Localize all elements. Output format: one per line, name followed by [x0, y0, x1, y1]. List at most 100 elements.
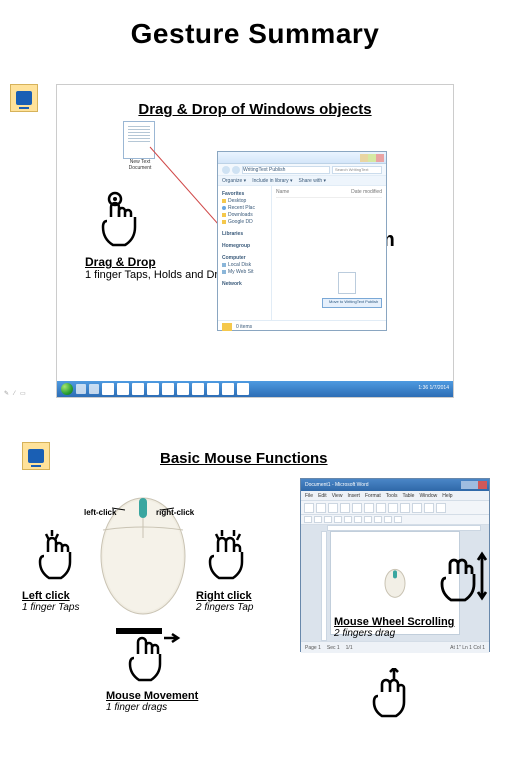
presentation-icon: [10, 84, 38, 112]
text-file-icon: New Text Document: [123, 121, 155, 159]
taskbar-clock: 1:36 1/7/2014: [418, 386, 449, 392]
drag-drop-label: Drag & Drop 1 finger Taps, Holds and Dra…: [85, 255, 236, 281]
search-box: Search WritingText Publish: [332, 166, 382, 174]
scroll-label: Mouse Wheel Scrolling 2 fingers drag: [334, 616, 454, 639]
gesture-title: Mouse Movement: [106, 690, 198, 702]
sidebar-item: Desktop: [222, 198, 267, 204]
single-tap-gesture-icon: [32, 528, 76, 584]
sidebar-group: Computer: [222, 255, 267, 261]
folder-icon: [222, 323, 232, 331]
explorer-footer: 0 items: [218, 320, 386, 332]
toolbar-button-icon: [364, 503, 374, 513]
right-click-label: Right click 2 fingers Tap: [196, 590, 253, 613]
toolbar-button-icon: [436, 503, 446, 513]
sidebar-item: Local Disk: [222, 262, 267, 268]
menu-item: Insert: [347, 493, 360, 499]
gesture-description: 1 finger Taps: [22, 602, 79, 613]
status-bar: Page 1 Sec 1 1/1 At 1" Ln 1 Col 1: [301, 641, 489, 653]
toolbar-button-icon: [328, 503, 338, 513]
taskbar-app-icon: [177, 383, 189, 395]
toolbar-button-icon: [304, 516, 312, 523]
section-heading: Basic Mouse Functions: [160, 450, 328, 467]
window-titlebar: [218, 152, 386, 164]
mouse-movement-label: Mouse Movement 1 finger drags: [106, 690, 198, 713]
taskbar-app-icon: [222, 383, 234, 395]
toolbar-button-icon: [354, 516, 362, 523]
status-item: 1/1: [346, 645, 353, 651]
two-finger-scroll-gesture-icon: [370, 668, 416, 722]
mouse-icon: [383, 565, 407, 599]
drop-target-label: Move to WritingText Publish: [322, 298, 382, 308]
toolbar-button-icon: [334, 516, 342, 523]
menu-item: View: [332, 493, 343, 499]
toolbar-button-icon: [384, 516, 392, 523]
toolbar-button-icon: [400, 503, 410, 513]
toolbar-button-icon: [388, 503, 398, 513]
toolbar-button-icon: [376, 503, 386, 513]
explorer-navbar: WritingText Publish Search WritingText P…: [218, 164, 386, 176]
taskbar-app-icon: [237, 383, 249, 395]
two-finger-tap-gesture-icon: [204, 528, 252, 584]
explorer-window: WritingText Publish Search WritingText P…: [217, 151, 387, 331]
file-label: New Text Document: [118, 160, 162, 171]
taskbar-app-icon: [207, 383, 219, 395]
taskbar-app-icon: [132, 383, 144, 395]
sidebar-group: Homegroup: [222, 243, 267, 249]
menu-item: Edit: [318, 493, 327, 499]
toolbar-button-icon: [324, 516, 332, 523]
toolbar-button-icon: [344, 516, 352, 523]
menu-item: Format: [365, 493, 381, 499]
sidebar-item: Recent Plac: [222, 205, 267, 211]
menu-item: Help: [442, 493, 452, 499]
status-item: Page 1: [305, 645, 321, 651]
explorer-main: Name Date modified Move to WritingText P…: [272, 186, 386, 320]
menu-item: Window: [419, 493, 437, 499]
menu-item: Table: [402, 493, 414, 499]
back-button-icon: [222, 166, 230, 174]
sidebar-item: Google DD: [222, 219, 267, 225]
sidebar-group: Libraries: [222, 231, 267, 237]
drag-drop-panel: Drag & Drop of Windows objects New Text …: [56, 84, 454, 398]
taskbar-app-icon: [102, 383, 114, 395]
gesture-description: 2 fingers drag: [334, 628, 454, 639]
mouse-illustration: [90, 480, 196, 620]
left-click-annotation: left-click: [84, 508, 116, 517]
gesture-title: Left click: [22, 590, 79, 602]
toolbar-button-icon: [424, 503, 434, 513]
taskbar-app-icon: [76, 384, 86, 394]
taskbar-app-icon: [89, 384, 99, 394]
toolbar-button-icon: [304, 503, 314, 513]
taskbar-app-icon: [117, 383, 129, 395]
toolbar-item: Organize ▾: [222, 178, 246, 184]
taskbar-app-icon: [162, 383, 174, 395]
sidebar-group: Favorites: [222, 191, 267, 197]
drop-file-icon: [338, 272, 356, 294]
start-orb-icon: [61, 383, 73, 395]
vertical-ruler: [321, 531, 327, 641]
menu-bar: File Edit View Insert Format Tools Table…: [301, 491, 489, 501]
toolbar-button-icon: [314, 516, 322, 523]
presentation-icon: [22, 442, 50, 470]
gesture-description: 1 finger drags: [106, 702, 198, 713]
gesture-description: 2 fingers Tap: [196, 602, 253, 613]
toolbar-item: Share with ▾: [299, 178, 327, 184]
right-click-annotation: right-click: [156, 508, 194, 517]
toolbar-row: [301, 515, 489, 525]
page-title: Gesture Summary: [0, 18, 510, 50]
taskbar-app-icon: [147, 383, 159, 395]
drag-gesture-icon: [110, 624, 182, 686]
column-header: Name: [276, 189, 351, 195]
left-click-label: Left click 1 finger Taps: [22, 590, 79, 613]
toolbar-row: [301, 501, 489, 515]
column-header: Date modified: [351, 189, 382, 195]
address-bar: WritingText Publish: [242, 166, 330, 174]
two-finger-scroll-gesture-icon: [438, 548, 488, 606]
toolbar-button-icon: [340, 503, 350, 513]
sidebar-item: Downloads: [222, 212, 267, 218]
page-marks: ✎ ⁄ ▭: [4, 390, 26, 397]
sidebar-item: My Web Sit: [222, 269, 267, 275]
explorer-sidebar: Favorites Desktop Recent Plac Downloads …: [218, 186, 272, 320]
menu-item: Tools: [386, 493, 398, 499]
taskbar-app-icon: [192, 383, 204, 395]
tap-hold-gesture-icon: [93, 191, 141, 249]
